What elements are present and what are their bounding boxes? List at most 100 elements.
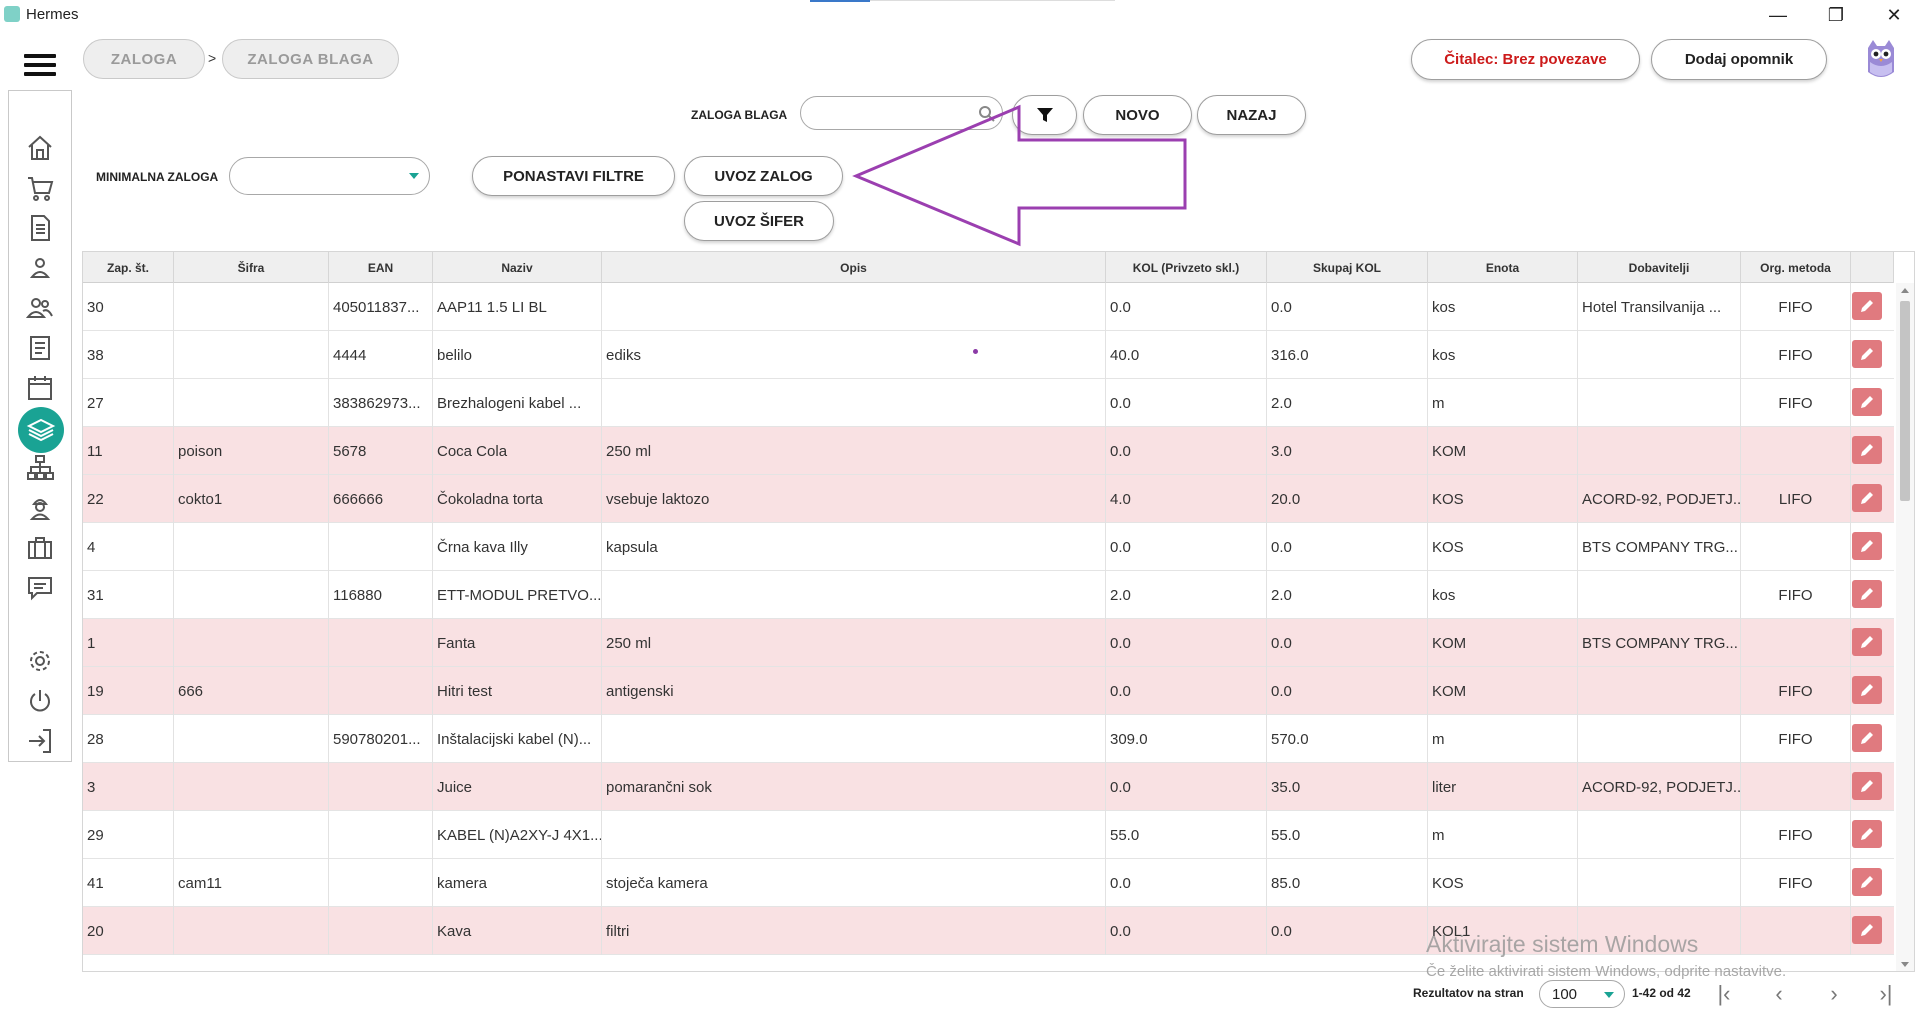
network-icon[interactable] [22,451,58,485]
layers-icon[interactable] [18,407,64,453]
cart-icon[interactable] [22,171,58,205]
table-row[interactable]: 28 590780201... Inštalacijski kabel (N)...… [83,715,1894,763]
gear-icon[interactable] [22,644,58,678]
edit-button[interactable] [1852,580,1882,608]
logout-icon[interactable] [22,724,58,758]
reset-filters-button[interactable]: PONASTAVI FILTRE [472,156,675,196]
document-icon[interactable] [22,211,58,245]
edit-button[interactable] [1852,724,1882,752]
prev-page-icon[interactable]: ‹ [1762,978,1796,1010]
close-button[interactable]: ✕ [1871,2,1917,28]
scroll-down-icon[interactable] [1901,962,1909,967]
table-row[interactable]: 41 cam11 kamera stoječa kamera 0.0 85.0 KOS FIF… [83,859,1894,907]
column-header[interactable]: Dobavitelji [1578,252,1741,283]
table-row[interactable]: 29 KABEL (N)A2XY-J 4X1... 55.0 55.0 m FIFO [83,811,1894,859]
column-header[interactable]: Skupaj KOL [1267,252,1428,283]
table-row[interactable]: 31 116880 ETT-MODUL PRETVO... 2.0 2.0 kos FIFO [83,571,1894,619]
cell-ean [329,859,433,907]
edit-button[interactable] [1852,532,1882,560]
edit-button[interactable] [1852,916,1882,944]
table-row[interactable]: 1 Fanta 250 ml 0.0 0.0 KOM BTS COMPANY TRG... [83,619,1894,667]
cell-unit: kos [1428,283,1578,331]
column-header[interactable]: EAN [329,252,433,283]
scroll-up-icon[interactable] [1901,288,1909,293]
cell-unit: KOS [1428,859,1578,907]
reader-status-button[interactable]: Čitalec: Brez povezave [1411,39,1640,80]
cell-number: 38 [83,331,174,379]
pencil-icon [1861,540,1873,552]
hamburger-menu-icon[interactable] [24,54,56,76]
search-input[interactable] [800,96,1003,130]
breadcrumb-zaloga[interactable]: ZALOGA [83,39,205,79]
per-page-select[interactable]: 100 [1539,980,1625,1008]
calendar-icon[interactable] [22,371,58,405]
cell-unit: kos [1428,571,1578,619]
new-button[interactable]: NOVO [1083,95,1192,135]
column-header[interactable]: Org. metoda [1741,252,1851,283]
column-header[interactable]: KOL (Privzeto skl.) [1106,252,1267,283]
edit-button[interactable] [1852,820,1882,848]
edit-button[interactable] [1852,772,1882,800]
filter-button[interactable] [1012,95,1077,135]
cell-ean [329,523,433,571]
worker-icon[interactable] [22,491,58,525]
table-row[interactable]: 27 383862973... Brezhalogeni kabel ... 0.0 2… [83,379,1894,427]
maximize-button[interactable]: ❐ [1813,2,1859,28]
pencil-icon [1861,492,1873,504]
edit-button[interactable] [1852,436,1882,464]
cell-method: FIFO [1741,571,1851,619]
import-codes-button[interactable]: UVOZ ŠIFER [684,201,834,241]
filter-icon [1036,108,1053,122]
list-icon[interactable] [22,331,58,365]
add-reminder-button[interactable]: Dodaj opomnik [1651,39,1827,80]
cell-code [174,283,329,331]
scroll-thumb[interactable] [1900,301,1910,501]
table-row[interactable]: 4 Črna kava Illy kapsula 0.0 0.0 KOS BTS COMPA… [83,523,1894,571]
table-scrollbar[interactable] [1896,283,1914,971]
last-page-icon[interactable]: ›| [1869,978,1903,1010]
cell-unit: m [1428,811,1578,859]
edit-button[interactable] [1852,388,1882,416]
cell-ean: 4444 [329,331,433,379]
column-header[interactable]: Zap. št. [83,252,174,283]
column-header[interactable]: Opis [602,252,1106,283]
column-header[interactable]: Šifra [174,252,329,283]
table-row[interactable]: 38 4444 belilo ediks 40.0 316.0 kos FIFO [83,331,1894,379]
edit-button[interactable] [1852,484,1882,512]
pencil-icon [1861,876,1873,888]
table-row[interactable]: 22 cokto1 666666 Čokoladna torta vsebuje lak… [83,475,1894,523]
breadcrumb-zaloga-blaga[interactable]: ZALOGA BLAGA [222,39,399,79]
briefcase-icon[interactable] [22,531,58,565]
column-header[interactable]: Enota [1428,252,1578,283]
cell-name: belilo [433,331,602,379]
edit-button[interactable] [1852,340,1882,368]
cell-name: AAP11 1.5 LI BL [433,283,602,331]
edit-button[interactable] [1852,868,1882,896]
import-stock-button[interactable]: UVOZ ZALOG [684,156,843,196]
search-icon[interactable] [978,105,996,123]
cursor-dot [973,349,978,354]
cell-number: 28 [83,715,174,763]
table-row[interactable]: 3 Juice pomarančni sok 0.0 35.0 liter ACORD-92… [83,763,1894,811]
cell-qty-total: 55.0 [1267,811,1428,859]
cell-method [1741,427,1851,475]
table-row[interactable]: 30 405011837... AAP11 1.5 LI BL 0.0 0.0 kos Ho… [83,283,1894,331]
next-page-icon[interactable]: › [1817,978,1851,1010]
power-icon[interactable] [22,684,58,718]
back-button[interactable]: NAZAJ [1197,95,1306,135]
user-icon[interactable] [22,251,58,285]
owl-avatar-icon[interactable] [1864,38,1898,80]
table-row[interactable]: 11 poison 5678 Coca Cola 250 ml 0.0 3.0 KOM [83,427,1894,475]
home-icon[interactable] [22,131,58,165]
table-row[interactable]: 19 666 Hitri test antigenski 0.0 0.0 KOM FIFO [83,667,1894,715]
edit-button[interactable] [1852,292,1882,320]
edit-button[interactable] [1852,628,1882,656]
first-page-icon[interactable]: |‹ [1707,978,1741,1010]
edit-button[interactable] [1852,676,1882,704]
min-stock-select[interactable] [229,157,430,195]
chat-icon[interactable] [22,571,58,605]
column-header[interactable]: Naziv [433,252,602,283]
minimize-button[interactable]: — [1755,2,1801,28]
users-icon[interactable] [22,291,58,325]
cell-name: Hitri test [433,667,602,715]
